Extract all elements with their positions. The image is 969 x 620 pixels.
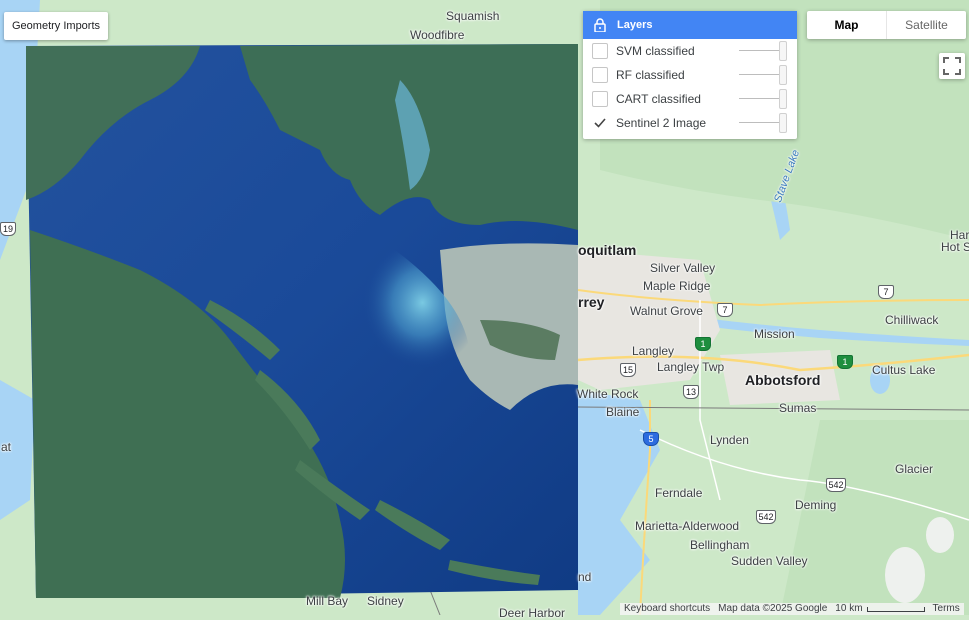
slider-thumb[interactable] xyxy=(779,89,787,109)
highway-shield: 19 xyxy=(0,222,16,236)
place-label-coquitlam: oquitlam xyxy=(578,242,637,258)
opacity-slider[interactable] xyxy=(739,113,789,133)
place-label-silver-valley: Silver Valley xyxy=(650,261,716,275)
place-label-langley-twp: Langley Twp xyxy=(657,360,725,374)
layer-checkbox[interactable] xyxy=(592,91,608,107)
place-label-maple-ridge: Maple Ridge xyxy=(643,279,711,293)
slider-track xyxy=(739,98,783,99)
scale-bar[interactable]: 10 km xyxy=(831,603,928,615)
highway-shield: 7 xyxy=(878,285,894,299)
place-label-squamish: Squamish xyxy=(446,9,500,23)
place-label-ferndale: Ferndale xyxy=(655,486,703,500)
geometry-imports-button[interactable]: Geometry Imports xyxy=(4,12,109,40)
sentinel-2-image-overlay xyxy=(26,44,578,598)
fullscreen-button[interactable] xyxy=(939,53,965,79)
highway-shield: 1 xyxy=(837,355,853,369)
place-label-lynden: Lynden xyxy=(710,433,749,447)
place-label-abbotsford: Abbotsford xyxy=(745,372,821,388)
opacity-slider[interactable] xyxy=(739,89,789,109)
place-label-bellingham: Bellingham xyxy=(690,538,750,552)
map-type-control: Map Satellite xyxy=(807,11,966,39)
scale-line xyxy=(866,606,925,612)
highway-shield: 542 xyxy=(826,478,846,492)
place-label-blaine: Blaine xyxy=(606,405,640,419)
layer-label: SVM classified xyxy=(616,44,695,58)
layer-label: Sentinel 2 Image xyxy=(616,116,707,130)
highway-shield: 542 xyxy=(756,510,776,524)
map-type-map-button[interactable]: Map xyxy=(807,11,887,39)
place-label-walnut-grove: Walnut Grove xyxy=(630,304,703,318)
highway-shield: 1 xyxy=(695,337,711,351)
place-label-deer-harbor: Deer Harbor xyxy=(499,606,566,620)
scale-label: 10 km xyxy=(835,603,863,614)
slider-thumb[interactable] xyxy=(779,41,787,61)
place-label-deming: Deming xyxy=(795,498,837,512)
layer-item-sentinel: Sentinel 2 Image xyxy=(583,111,797,135)
layer-item-rf: RF classified xyxy=(583,63,797,87)
place-label-white-rock: White Rock xyxy=(577,387,639,401)
map-type-satellite-button[interactable]: Satellite xyxy=(887,11,966,39)
fullscreen-icon xyxy=(943,57,961,75)
highway-shield: 7 xyxy=(717,303,733,317)
place-label-sudden-valley: Sudden Valley xyxy=(731,554,808,568)
layer-checkbox[interactable] xyxy=(592,67,608,83)
place-label-langley: Langley xyxy=(632,344,675,358)
check-icon xyxy=(594,118,606,128)
highway-shield: 15 xyxy=(620,363,636,377)
place-label-cultus-lake: Cultus Lake xyxy=(872,363,936,377)
place-label-marietta: Marietta-Alderwood xyxy=(635,519,740,533)
place-label-mission: Mission xyxy=(754,327,795,341)
map-footer: Keyboard shortcuts Map data ©2025 Google… xyxy=(620,603,964,615)
layer-item-cart: CART classified xyxy=(583,87,797,111)
place-label-hot-s: Hot S xyxy=(941,240,969,254)
slider-thumb[interactable] xyxy=(779,113,787,133)
place-label-nd: nd xyxy=(578,570,592,584)
highway-shield: 13 xyxy=(683,385,699,399)
layer-label: RF classified xyxy=(616,68,685,82)
place-label-at: at xyxy=(1,440,12,454)
terms-link[interactable]: Terms xyxy=(929,603,964,615)
keyboard-shortcuts-link[interactable]: Keyboard shortcuts xyxy=(620,603,714,615)
slider-thumb[interactable] xyxy=(779,65,787,85)
slider-track xyxy=(739,50,783,51)
layers-title: Layers xyxy=(617,19,653,31)
opacity-slider[interactable] xyxy=(739,65,789,85)
slider-track xyxy=(739,122,783,123)
layer-checkbox[interactable] xyxy=(592,115,608,131)
slider-track xyxy=(739,74,783,75)
place-label-surrey: rrey xyxy=(578,294,605,310)
lock-icon xyxy=(583,18,617,32)
layer-checkbox[interactable] xyxy=(592,43,608,59)
place-label-woodfibre: Woodfibre xyxy=(410,28,465,42)
place-label-mill-bay: Mill Bay xyxy=(306,594,349,608)
place-label-glacier: Glacier xyxy=(895,462,934,476)
map-data-attribution: Map data ©2025 Google xyxy=(718,603,828,614)
place-label-sumas: Sumas xyxy=(779,401,817,415)
snow-patch xyxy=(885,547,925,603)
snow-patch xyxy=(926,517,954,553)
layer-item-svm: SVM classified xyxy=(583,39,797,63)
opacity-slider[interactable] xyxy=(739,41,789,61)
place-label-chilliwack: Chilliwack xyxy=(885,313,939,327)
layers-header[interactable]: Layers xyxy=(583,11,797,39)
map-canvas[interactable] xyxy=(0,0,969,615)
layer-label: CART classified xyxy=(616,92,701,106)
highway-shield: 5 xyxy=(643,432,659,446)
layers-panel: Layers SVM classified RF classified CART… xyxy=(583,11,797,139)
place-label-sidney: Sidney xyxy=(367,594,404,608)
